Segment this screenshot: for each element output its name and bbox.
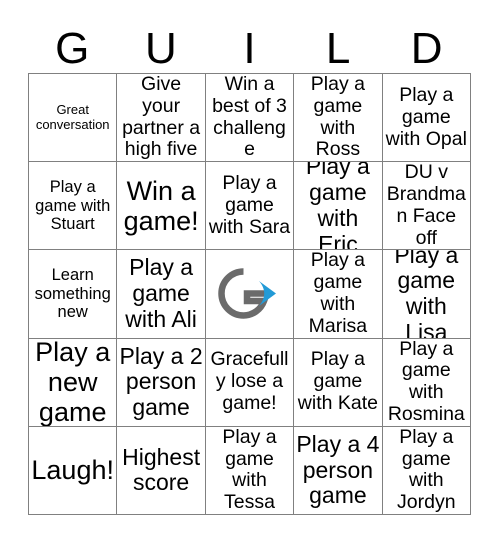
bingo-cell-label: DU v Brandman Face off bbox=[386, 162, 466, 249]
bingo-cell-label: Play a game with Rosmina bbox=[387, 338, 465, 426]
bingo-cell[interactable]: Play a game with Kate bbox=[294, 338, 383, 427]
bingo-cell[interactable]: Play a game with Ross bbox=[294, 74, 383, 163]
bingo-cell-label: Play a game with Jordyn bbox=[397, 426, 456, 514]
bingo-cell-label: Play a 2 person game bbox=[119, 342, 203, 421]
bingo-cell[interactable]: Win a best of 3 challenge bbox=[205, 74, 295, 163]
guild-logo bbox=[206, 250, 293, 337]
bingo-cell[interactable]: Play a game with Rosmina bbox=[382, 338, 471, 427]
bingo-cell-label: Play a game with Tessa bbox=[222, 426, 277, 514]
bingo-header: G U I L D bbox=[28, 14, 471, 73]
bingo-cell[interactable]: Play a game with Marisa bbox=[294, 250, 383, 339]
bingo-cell-label: Win a game! bbox=[123, 175, 199, 236]
header-letter-3: I bbox=[243, 24, 256, 73]
bingo-card: G U I L D Great conversation Give your p… bbox=[0, 0, 500, 544]
bingo-cell[interactable]: Play a game with Jordyn bbox=[382, 426, 471, 515]
bingo-cell-label: Play a game with Ross bbox=[310, 74, 365, 161]
header-letter-4: L bbox=[325, 24, 351, 73]
bingo-cell[interactable]: Play a game with Sara bbox=[205, 162, 295, 251]
bingo-cell-label: Play a game with Stuart bbox=[35, 178, 111, 234]
bingo-cell[interactable]: Play a 2 person game bbox=[117, 338, 206, 427]
bingo-cell-label: Learn something new bbox=[34, 266, 111, 322]
header-letter-2: U bbox=[145, 24, 177, 73]
bingo-cell[interactable]: Gracefully lose a game! bbox=[205, 338, 295, 427]
bingo-cell-label: Win a best of 3 challenge bbox=[212, 74, 287, 161]
bingo-cell[interactable]: Play a game with Tessa bbox=[205, 426, 295, 515]
bingo-cell-label: Play a game with Lisa bbox=[394, 250, 459, 339]
bingo-cell[interactable]: Laugh! bbox=[29, 426, 118, 515]
bingo-cell-label: Gracefully lose a game! bbox=[210, 348, 289, 415]
bingo-cell[interactable]: Play a game with Opal bbox=[382, 74, 471, 163]
header-letter-1: G bbox=[55, 24, 90, 73]
bingo-cell-label: Give your partner a high five bbox=[122, 74, 201, 161]
bingo-cell-label: Play a game with Sara bbox=[208, 172, 291, 238]
bingo-free-space-cell[interactable] bbox=[205, 250, 295, 339]
bingo-cell[interactable]: Play a 4 person game bbox=[294, 426, 383, 515]
bingo-cell-label: Play a new game bbox=[35, 338, 111, 427]
bingo-cell[interactable]: Give your partner a high five bbox=[117, 74, 206, 163]
bingo-cell-label: Play a game with Marisa bbox=[308, 250, 368, 337]
bingo-cell[interactable]: Play a game with Ali bbox=[117, 250, 206, 339]
bingo-cell[interactable]: Play a game with Stuart bbox=[29, 162, 118, 251]
bingo-cell-label: Play a 4 person game bbox=[296, 430, 380, 509]
bingo-cell-label: Highest score bbox=[122, 443, 201, 496]
bingo-cell-label: Laugh! bbox=[31, 455, 114, 486]
bingo-cell[interactable]: Highest score bbox=[117, 426, 206, 515]
bingo-cell-label: Play a game with Ali bbox=[125, 254, 197, 332]
bingo-cell-label: Great conversation bbox=[35, 102, 110, 132]
bingo-cell[interactable]: Play a new game bbox=[29, 338, 118, 427]
bingo-cell-label: Play a game with Kate bbox=[297, 348, 378, 415]
bingo-cell[interactable]: DU v Brandman Face off bbox=[382, 162, 471, 251]
bingo-cell[interactable]: Win a game! bbox=[117, 162, 206, 251]
bingo-cell[interactable]: Learn something new bbox=[29, 250, 118, 339]
guild-logo-icon bbox=[218, 268, 277, 319]
bingo-grid: Great conversation Give your partner a h… bbox=[28, 73, 471, 515]
bingo-cell[interactable]: Great conversation bbox=[29, 74, 118, 163]
bingo-cell[interactable]: Play a game with Eric bbox=[294, 162, 383, 251]
bingo-cell[interactable]: Play a game with Lisa bbox=[382, 250, 471, 339]
bingo-cell-label: Play a game with Opal bbox=[385, 83, 467, 150]
header-letter-5: D bbox=[410, 24, 443, 73]
bingo-cell-label: Play a game with Eric bbox=[305, 162, 370, 251]
